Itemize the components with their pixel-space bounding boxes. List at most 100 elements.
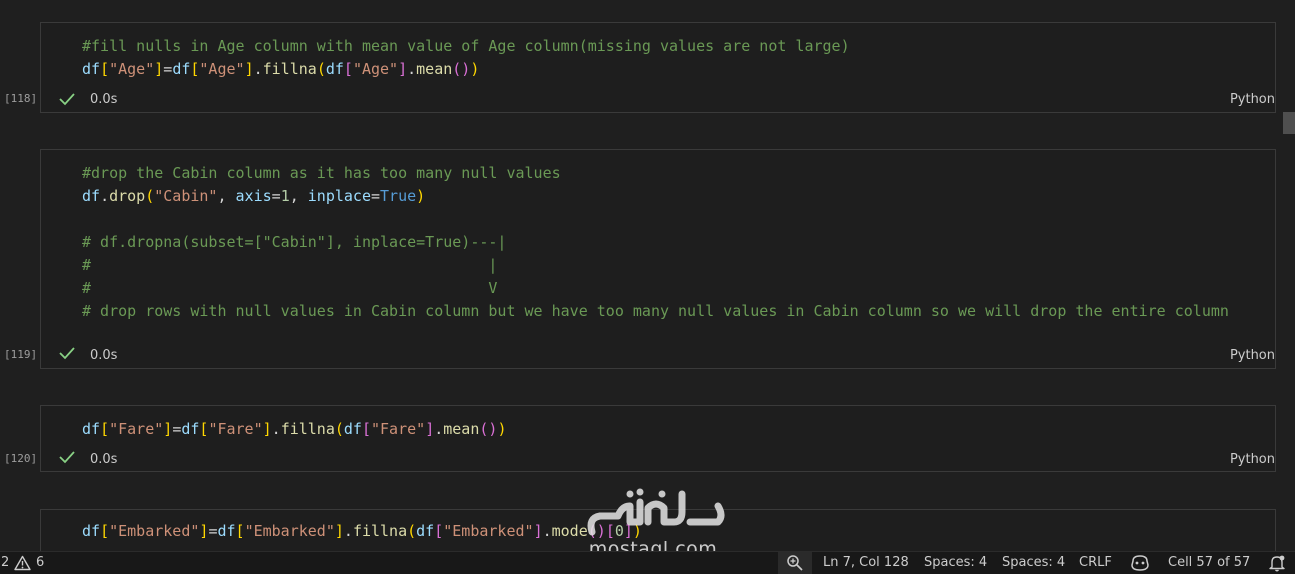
execution-count: [120] [4,452,38,465]
code-token: = [371,187,381,205]
indentation-spaces[interactable]: Spaces: 4 [924,555,987,570]
code-token: inplace [307,187,371,205]
code-line[interactable]: #fill nulls in Age column with mean valu… [82,35,850,58]
bell-icon[interactable] [1268,554,1286,572]
indentation-spaces-2[interactable]: Spaces: 4 [1002,555,1065,570]
execution-count: [119] [4,348,38,361]
code-token: () [452,60,471,78]
code-token: df [82,522,101,540]
code-token: "Embarked" [443,522,534,540]
cell-language[interactable]: Python [1230,452,1275,467]
code-token: fillna [352,522,408,540]
cursor-position[interactable]: Ln 7, Col 128 [823,555,909,570]
vertical-scrollbar-thumb[interactable] [1283,112,1295,134]
cell-position[interactable]: Cell 57 of 57 [1168,555,1250,570]
code-token: ) [416,187,426,205]
cell-code-118[interactable]: #fill nulls in Age column with mean valu… [82,35,850,81]
code-token: mean [416,60,453,78]
code-token: , [289,187,308,205]
code-token: = [172,420,182,438]
code-line[interactable]: # df.dropna(subset=["Cabin"], inplace=Tr… [82,231,1229,254]
code-token: [ [343,60,353,78]
code-token: ] [154,60,164,78]
code-token: [ [434,522,444,540]
code-token: . [434,420,444,438]
code-line[interactable]: # V [82,277,1229,300]
code-line[interactable]: df["Fare"]=df["Fare"].fillna(df["Fare"].… [82,418,506,441]
mostaql-logo-icon [587,488,725,536]
code-token: ] [334,522,344,540]
check-icon [59,347,75,360]
code-token: . [343,522,353,540]
code-token: . [542,522,552,540]
code-line[interactable]: df.drop("Cabin", axis=1, inplace=True) [82,185,1229,208]
line-ending[interactable]: CRLF [1079,555,1112,570]
status-bar: 2 6 Ln 7, Col 128 Spaces: 4 Spaces: 4 CR… [0,551,1295,574]
check-icon [59,93,75,106]
code-token: #drop the Cabin column as it has too man… [82,164,561,182]
zoom-icon [787,555,803,571]
code-token: "Fare" [371,420,426,438]
cell-code-119[interactable]: #drop the Cabin column as it has too man… [82,162,1229,323]
code-token: [ [100,420,110,438]
cell-code-120[interactable]: df["Fare"]=df["Fare"].fillna(df["Fare"].… [82,418,506,441]
code-token: 1 [280,187,290,205]
code-token: fillna [280,420,335,438]
code-line[interactable]: df["Age"]=df["Age"].fillna(df["Age"].mea… [82,58,850,81]
code-token: () [479,420,498,438]
code-line[interactable]: # drop rows with null values in Cabin co… [82,300,1229,323]
check-icon [59,451,75,464]
cell-code-current[interactable]: df["Embarked"]=df["Embarked"].fillna(df[… [82,520,642,543]
code-token: . [253,60,263,78]
code-token: ( [316,60,326,78]
copilot-icon[interactable] [1130,554,1150,572]
code-token: drop [109,187,146,205]
code-token: "Age" [199,60,245,78]
code-token: "Embarked" [109,522,200,540]
code-line[interactable]: # | [82,254,1229,277]
code-token: # | [82,256,498,274]
warning-icon[interactable] [14,555,31,571]
cell-language[interactable]: Python [1230,92,1275,107]
code-token: "Age" [109,60,155,78]
code-token: , [217,187,236,205]
code-line[interactable]: #drop the Cabin column as it has too man… [82,162,1229,185]
code-token: ] [425,420,435,438]
code-token: ) [497,420,507,438]
code-token: df [82,420,101,438]
cell-language[interactable]: Python [1230,348,1275,363]
code-token: ( [334,420,344,438]
code-token: ] [244,60,254,78]
error-count[interactable]: 2 [1,555,9,570]
execution-duration: 0.0s [90,348,118,363]
code-token: ( [407,522,417,540]
code-token: fillna [262,60,317,78]
code-token: [ [100,522,110,540]
code-token: df [325,60,344,78]
code-line[interactable] [82,208,1229,231]
code-token: "Fare" [208,420,263,438]
code-token: . [100,187,110,205]
code-token: "Fare" [109,420,164,438]
zoom-button[interactable] [778,552,812,574]
code-token: mean [443,420,480,438]
code-token: df [82,187,101,205]
code-token: . [407,60,417,78]
code-token: "Age" [352,60,399,78]
code-token: #fill nulls in Age column with mean valu… [82,37,850,55]
code-token: # drop rows with null values in Cabin co… [82,302,1229,320]
code-token: df [217,522,236,540]
code-token: df [416,522,435,540]
code-token: ] [262,420,272,438]
code-token: = [271,187,281,205]
execution-duration: 0.0s [90,452,118,467]
code-token: [ [361,420,371,438]
warning-count[interactable]: 6 [36,555,44,570]
code-line[interactable]: df["Embarked"]=df["Embarked"].fillna(df[… [82,520,642,543]
code-token: ( [145,187,155,205]
code-token: # df.dropna(subset=["Cabin"], inplace=Tr… [82,233,507,251]
code-token: # V [82,279,498,297]
code-token: [ [100,60,110,78]
execution-duration: 0.0s [90,92,118,107]
code-token: "Embarked" [244,522,335,540]
